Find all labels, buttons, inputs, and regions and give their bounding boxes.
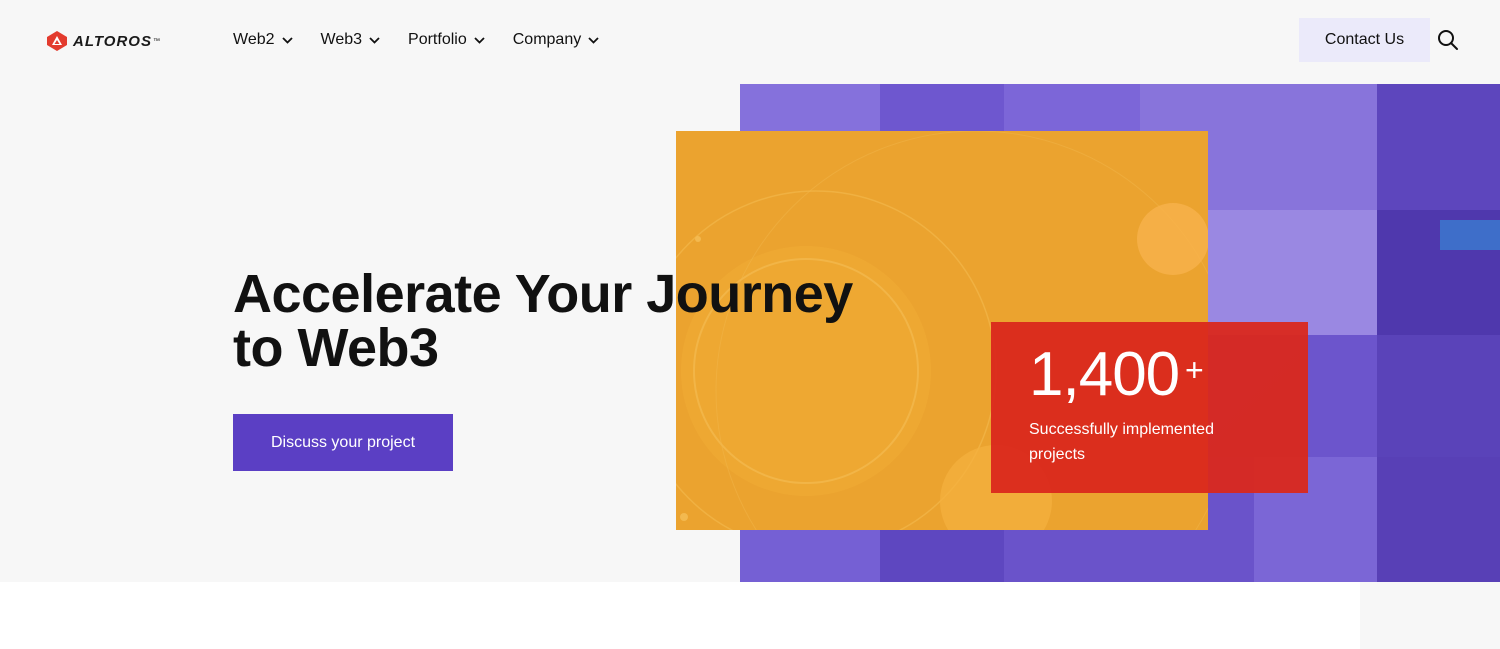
- discuss-project-button[interactable]: Discuss your project: [233, 414, 453, 471]
- photo-tile: [1440, 220, 1500, 250]
- logo-text: ALTOROS: [73, 32, 152, 50]
- nav-item-label: Web3: [320, 31, 363, 48]
- photo-tile: [1308, 335, 1377, 457]
- nav-item-web2[interactable]: Web2: [233, 28, 293, 52]
- lower-section: [0, 582, 1500, 649]
- stat-label: Successfully implemented projects: [1029, 421, 1214, 463]
- lower-side-panel: [1360, 582, 1500, 649]
- chevron-down-icon: [281, 36, 293, 44]
- chevron-down-icon: [474, 36, 485, 44]
- contact-us-button[interactable]: Contact Us: [1299, 18, 1430, 62]
- altoros-logo[interactable]: ALTOROS ™: [46, 29, 160, 53]
- site-header: ALTOROS ™ Web2 Web3 Portfolio Company Co…: [0, 0, 1500, 84]
- chevron-down-icon: [369, 36, 380, 44]
- main-nav: Web2 Web3 Portfolio Company: [233, 28, 627, 52]
- nav-item-portfolio[interactable]: Portfolio: [408, 28, 485, 52]
- hero-headline: Accelerate Your Journey to Web3: [233, 264, 853, 378]
- photo-tile: [1377, 84, 1500, 210]
- hero-section: Accelerate Your Journey to Web3 Discuss …: [0, 84, 1500, 582]
- chevron-down-icon: [588, 36, 599, 44]
- stat-value: 1,400: [1029, 340, 1180, 409]
- search-button[interactable]: [1436, 28, 1460, 52]
- nav-item-label: Portfolio: [408, 31, 467, 48]
- photo-tile: [1208, 210, 1377, 335]
- projects-stat-card: 1,400 + Successfully implemented project…: [991, 322, 1308, 493]
- nav-item-web3[interactable]: Web3: [321, 28, 381, 52]
- nav-item-label: Company: [512, 31, 582, 48]
- altoros-logo-icon: [47, 31, 67, 51]
- search-icon: [1438, 30, 1458, 50]
- stat-suffix: +: [1185, 352, 1204, 388]
- photo-tile: [1377, 457, 1500, 582]
- logo-trademark: ™: [152, 37, 160, 45]
- nav-item-label: Web2: [233, 31, 275, 48]
- photo-tile: [1377, 335, 1500, 457]
- nav-item-company[interactable]: Company: [513, 28, 599, 52]
